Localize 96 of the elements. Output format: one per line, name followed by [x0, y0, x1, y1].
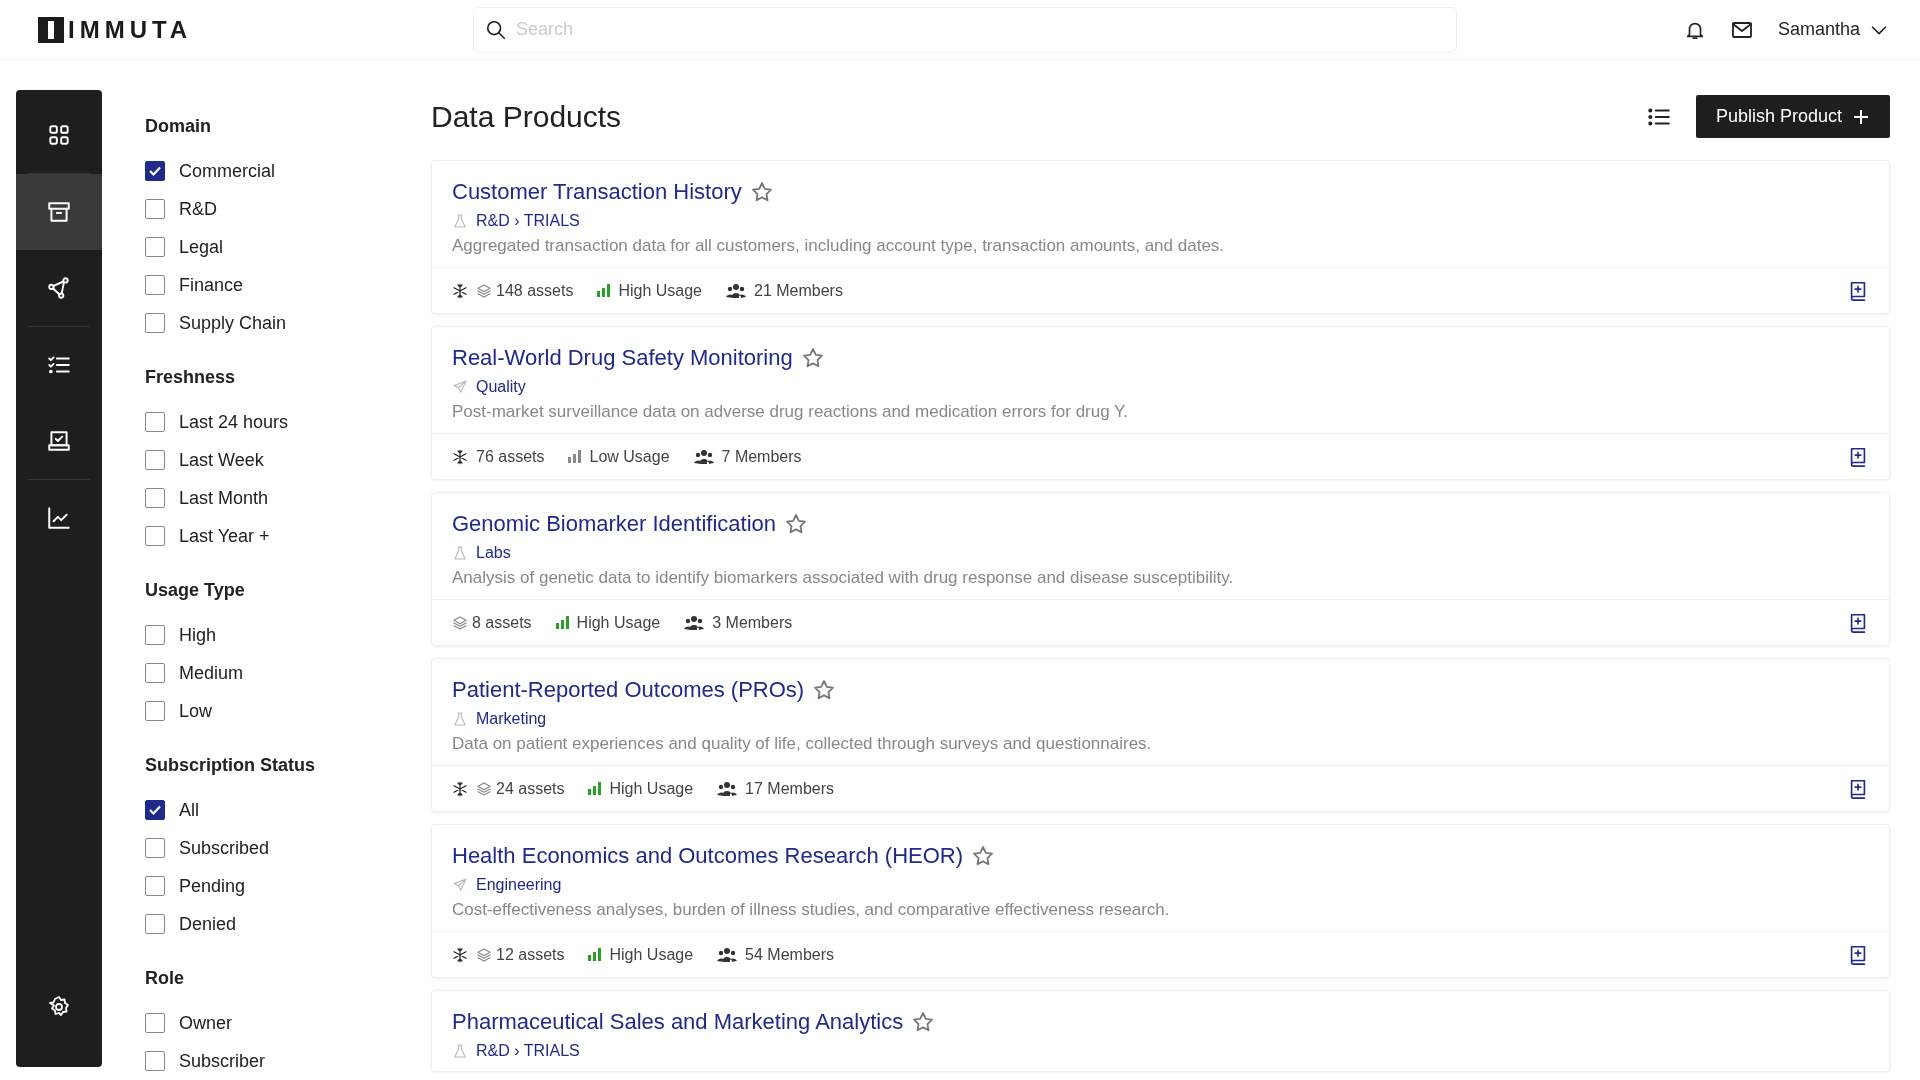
nav-item[interactable] — [16, 174, 102, 250]
checkbox[interactable] — [145, 237, 165, 257]
user-menu[interactable]: Samantha — [1777, 16, 1890, 43]
checkbox-label: Owner — [179, 1011, 232, 1035]
settings-icon[interactable] — [47, 995, 71, 1019]
checkbox[interactable] — [145, 914, 165, 934]
usage-label: High Usage — [609, 778, 694, 799]
product-title[interactable]: Health Economics and Outcomes Research (HEOR) — [452, 841, 964, 871]
checkbox[interactable] — [145, 488, 165, 508]
product-title[interactable]: Pharmaceutical Sales and Marketing Analytics — [452, 1007, 904, 1037]
member-count: 21 Members — [754, 280, 843, 301]
line-chart-icon — [46, 505, 72, 531]
member-count: 17 Members — [745, 778, 834, 799]
checkbox[interactable] — [145, 412, 165, 432]
plus-icon — [1852, 107, 1870, 126]
domain-link[interactable]: Labs — [476, 541, 511, 565]
asset-count: 148 assets — [496, 280, 574, 301]
checkbox-label: Commercial — [179, 159, 275, 183]
checkbox-label: Supply Chain — [179, 311, 287, 335]
product-title[interactable]: Customer Transaction History — [452, 177, 742, 207]
checkbox-label: Subscriber — [179, 1049, 266, 1073]
product-description: Post-market surveillance data on adverse drug reactions and medication errors for drug Y. — [452, 401, 1129, 423]
checkbox-label: All — [179, 798, 199, 822]
checkbox-label: Legal — [179, 235, 224, 259]
domain-link[interactable]: R&D › TRIALS — [476, 1039, 580, 1063]
checkbox[interactable] — [145, 199, 165, 219]
checkbox-label: Medium — [179, 661, 244, 685]
star-icon[interactable] — [784, 512, 809, 536]
checkbox[interactable] — [145, 701, 165, 721]
checkbox-label: Last 24 hours — [179, 410, 289, 434]
star-icon[interactable] — [971, 844, 996, 868]
checkbox[interactable] — [145, 1051, 165, 1071]
product-title[interactable]: Real-World Drug Safety Monitoring — [452, 343, 793, 373]
laptop-check-icon — [46, 428, 72, 454]
people-icon — [717, 946, 738, 963]
page-title: Data Products — [431, 98, 622, 135]
checkbox[interactable] — [145, 625, 165, 645]
checkbox[interactable] — [145, 526, 165, 546]
checkbox[interactable] — [145, 800, 165, 820]
domain-link[interactable]: R&D › TRIALS — [476, 209, 580, 233]
filter-heading: Usage Type — [145, 579, 246, 602]
star-icon[interactable] — [800, 346, 825, 370]
product-description: Data on patient experiences and quality of life, collected through surveys and questionnaires. — [452, 733, 1153, 755]
asset-count: 8 assets — [472, 612, 532, 633]
domain-link[interactable]: Engineering — [476, 873, 562, 897]
star-icon[interactable] — [911, 1010, 936, 1034]
checkbox[interactable] — [145, 663, 165, 683]
checkbox[interactable] — [145, 161, 165, 181]
asset-count: 76 assets — [476, 446, 545, 467]
publish-product-button[interactable]: Publish Product — [1695, 95, 1890, 138]
people-icon — [684, 614, 705, 631]
star-icon[interactable] — [749, 180, 774, 204]
checkbox[interactable] — [145, 876, 165, 896]
checkbox-label: Denied — [179, 912, 237, 936]
member-count: 54 Members — [745, 944, 834, 965]
asset-count: 24 assets — [496, 778, 565, 799]
checkbox-label: Pending — [179, 874, 246, 898]
filter-heading: Domain — [145, 115, 212, 138]
product-title[interactable]: Genomic Biomarker Identification — [452, 509, 777, 539]
people-icon — [693, 448, 714, 465]
checkbox[interactable] — [145, 1013, 165, 1033]
domain-link[interactable]: Marketing — [476, 707, 547, 731]
usage-label: High Usage — [576, 612, 661, 633]
checkbox-label: Last Month — [179, 486, 269, 510]
member-count: 3 Members — [712, 612, 793, 633]
archive-box-icon — [46, 199, 72, 225]
checkbox-label: Low — [179, 699, 213, 723]
filter-heading: Role — [145, 967, 185, 990]
asset-count: 12 assets — [496, 944, 565, 965]
usage-label: Low Usage — [589, 446, 670, 467]
product-description: Aggregated transaction data for all customers, including account type, transaction amounts, and dates. — [452, 235, 1226, 257]
product-description: Cost-effectiveness analyses, burden of illness studies, and comparative effectiveness research. — [452, 899, 1171, 921]
checkbox-label: Last Week — [179, 448, 264, 472]
filter-heading: Freshness — [145, 366, 237, 389]
people-icon — [717, 780, 738, 797]
checkbox[interactable] — [145, 450, 165, 470]
usage-label: High Usage — [618, 280, 702, 301]
checkbox-label: High — [179, 623, 217, 647]
people-icon — [726, 282, 746, 299]
usage-label: High Usage — [609, 944, 694, 965]
checkbox[interactable] — [145, 275, 165, 295]
checkbox-label: Last Year + — [179, 524, 270, 548]
product-title[interactable]: Patient-Reported Outcomes (PROs) — [452, 675, 805, 705]
member-count: 7 Members — [721, 446, 802, 467]
checkbox-label: Finance — [179, 273, 244, 297]
grid-icon — [46, 122, 72, 148]
checkbox[interactable] — [145, 313, 165, 333]
star-icon[interactable] — [812, 678, 837, 702]
product-description: Analysis of genetic data to identify biomarkers associated with drug response and disease susceptibility. — [452, 567, 1235, 589]
filter-heading: Subscription Status — [145, 754, 316, 777]
checkbox-label: R&D — [179, 197, 217, 221]
logo: IMMUTA — [38, 11, 193, 48]
triangle-nodes-icon — [46, 275, 72, 301]
checkbox[interactable] — [145, 838, 165, 858]
checkbox-label: Subscribed — [179, 836, 270, 860]
domain-link[interactable]: Quality — [476, 375, 526, 399]
